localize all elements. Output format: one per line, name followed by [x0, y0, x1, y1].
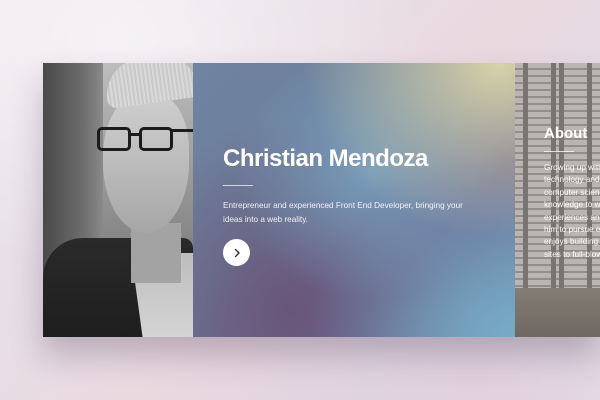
about-bio-line: sites to full-blow	[544, 249, 600, 259]
about-bio-line: experiences and	[544, 212, 600, 222]
about-bio-line: computer scienc	[544, 187, 600, 197]
about-bio-line: knowledge to w	[544, 200, 600, 210]
photo-cap	[102, 63, 193, 110]
about-bio: Growing up with technology and computer …	[544, 162, 600, 261]
about-heading: About	[544, 125, 588, 142]
about-bio-line: him to pursue e	[544, 225, 600, 235]
hero-panel: Christian Mendoza Entrepreneur and exper…	[193, 63, 515, 337]
hero-name: Christian Mendoza	[223, 145, 428, 172]
hero-tagline: Entrepreneur and experienced Front End D…	[223, 201, 463, 224]
about-divider	[544, 151, 574, 152]
hero-divider	[223, 185, 253, 186]
portfolio-slider: Christian Mendoza Entrepreneur and exper…	[43, 63, 600, 337]
about-bio-line: enjoys building	[544, 237, 599, 247]
about-panel: About Growing up with technology and com…	[515, 63, 600, 337]
photo-glasses	[91, 127, 193, 153]
chevron-right-icon	[234, 248, 240, 257]
about-bio-line: technology and	[544, 175, 600, 185]
about-bio-line: Growing up with	[544, 163, 600, 172]
photo-face	[103, 93, 189, 233]
profile-photo	[43, 63, 193, 337]
next-button[interactable]	[223, 239, 250, 266]
